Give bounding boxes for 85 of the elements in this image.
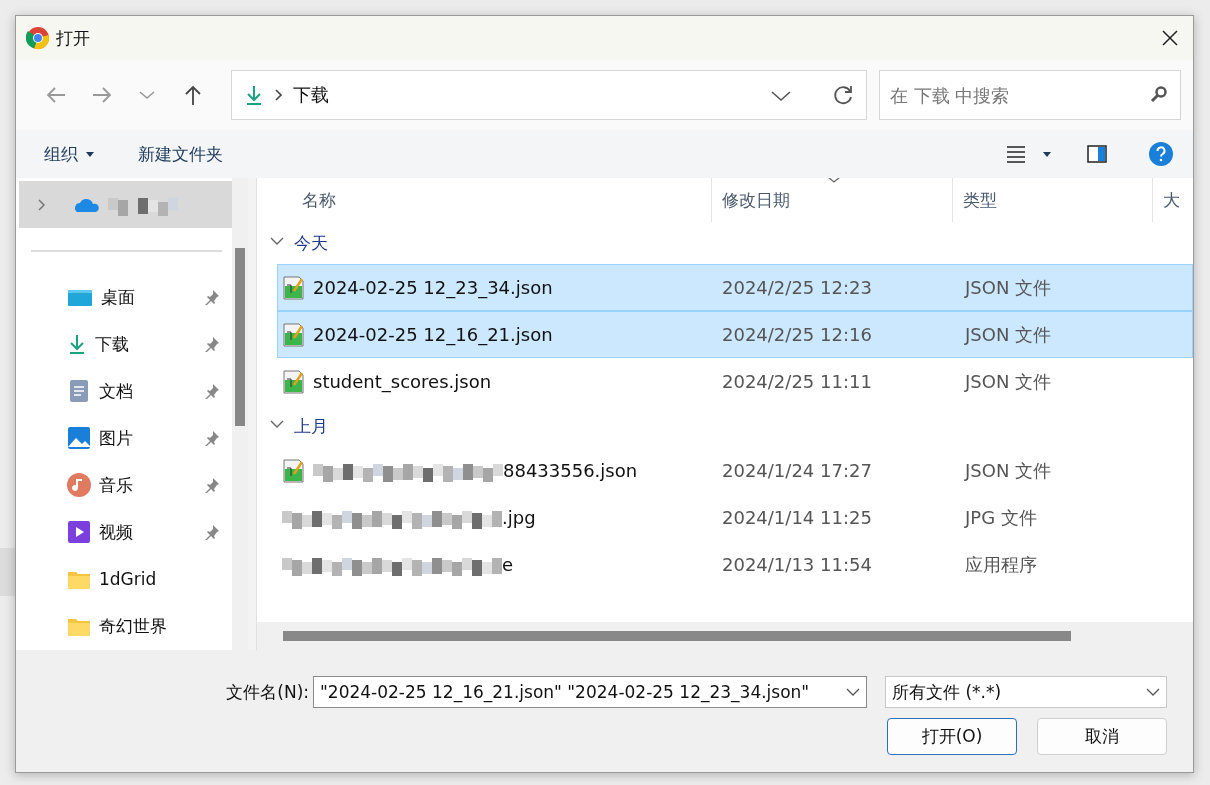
type-cell-text: JPG 文件 bbox=[963, 505, 1037, 530]
date-cell-text: 2024/1/14 11:25 bbox=[721, 507, 873, 528]
file-name: .jpg bbox=[502, 507, 536, 528]
sidebar-item[interactable]: 下载 bbox=[19, 320, 232, 368]
scrollbar-thumb[interactable] bbox=[283, 631, 1071, 641]
file-name: 2024-02-25 12_23_34.json bbox=[313, 277, 553, 298]
close-icon bbox=[1161, 29, 1179, 47]
sidebar-item[interactable]: 1dGrid bbox=[19, 555, 232, 603]
music-icon bbox=[67, 473, 91, 498]
file-name: student_scores.json bbox=[313, 371, 492, 392]
help-button[interactable] bbox=[1149, 142, 1173, 166]
file-row[interactable]: student_scores.json 2024/2/25 11:11 JSON 文件 bbox=[277, 358, 1193, 405]
pin-icon bbox=[204, 383, 220, 400]
file-name: 88433556.json bbox=[503, 460, 638, 481]
group-header[interactable]: 上月 bbox=[257, 405, 1193, 447]
type-cell-text: JSON 文件 bbox=[963, 275, 1052, 300]
expand-chevron-icon[interactable] bbox=[37, 197, 46, 212]
pin-icon bbox=[204, 336, 220, 353]
column-header[interactable]: 类型 bbox=[952, 178, 1154, 222]
file-row[interactable]: 88433556.json 2024/1/24 17:27 JSON 文件 bbox=[277, 447, 1193, 494]
sort-caret-icon bbox=[826, 178, 841, 184]
chevron-down-icon bbox=[1146, 687, 1160, 697]
list-view-icon bbox=[1007, 144, 1025, 164]
dropdown-caret-icon bbox=[86, 151, 94, 157]
sidebar-item[interactable] bbox=[19, 181, 232, 228]
column-header[interactable]: 大 bbox=[1153, 178, 1193, 222]
type-cell-text: 应用程序 bbox=[964, 552, 1037, 577]
json-file-icon bbox=[282, 458, 305, 483]
file-row[interactable]: .jpg 2024/1/14 11:25 JPG 文件 bbox=[277, 494, 1193, 541]
refresh-icon[interactable] bbox=[831, 84, 854, 106]
file-row[interactable]: 2024-02-25 12_23_34.json 2024/2/25 12:23 JSON 文件 bbox=[277, 264, 1193, 311]
preview-pane-icon bbox=[1087, 145, 1107, 163]
pin-icon bbox=[204, 477, 220, 494]
file-row[interactable]: e 2024/1/13 11:54 应用程序 bbox=[277, 541, 1193, 588]
json-file-icon bbox=[282, 369, 305, 394]
json-file-icon bbox=[282, 322, 305, 347]
sidebar-item[interactable]: 桌面 bbox=[19, 273, 232, 321]
address-bar[interactable]: 下载 bbox=[230, 70, 867, 120]
cancel-button[interactable]: 取消 bbox=[1037, 718, 1167, 755]
json-file-icon bbox=[282, 275, 305, 300]
view-menu-button[interactable] bbox=[1007, 144, 1051, 164]
file-type-dropdown[interactable]: 所有文件 (*.*) bbox=[885, 676, 1167, 708]
pin-icon bbox=[204, 430, 220, 447]
column-header[interactable]: 修改日期 bbox=[711, 178, 953, 222]
pin-icon bbox=[204, 289, 220, 306]
help-icon bbox=[1149, 142, 1173, 166]
file-name: 2024-02-25 12_16_21.json bbox=[313, 324, 553, 345]
download-icon bbox=[67, 333, 87, 356]
new-folder-button[interactable]: 新建文件夹 bbox=[138, 138, 223, 170]
filename-field[interactable]: "2024-02-25 12_16_21.json" "2024-02-25 12_23_34.json" bbox=[313, 676, 867, 708]
video-icon bbox=[67, 520, 91, 545]
date-cell-text: 2024/2/25 11:11 bbox=[721, 371, 873, 392]
preview-pane-button[interactable] bbox=[1087, 145, 1107, 163]
sidebar-item[interactable]: 图片 bbox=[19, 414, 232, 462]
type-cell-text: JSON 文件 bbox=[963, 458, 1052, 483]
background-window-edge bbox=[0, 548, 15, 596]
dropdown-caret-icon bbox=[1043, 151, 1051, 157]
group-header[interactable]: 今天 bbox=[257, 222, 1193, 264]
search-field[interactable]: 在 下载 中搜索 bbox=[878, 70, 1181, 120]
document-icon bbox=[67, 379, 91, 404]
sidebar-item[interactable]: 奇幻世界 bbox=[19, 602, 232, 650]
sidebar-item[interactable]: 音乐 bbox=[19, 461, 232, 509]
file-name: e bbox=[502, 554, 514, 575]
field-label: 文件名(N): bbox=[226, 680, 309, 704]
sidebar-item[interactable]: 视频 bbox=[19, 508, 232, 556]
date-cell-text: 2024/1/24 17:27 bbox=[721, 460, 873, 481]
browser-logo-icon bbox=[26, 26, 50, 50]
search-icon bbox=[1150, 86, 1167, 103]
column-header[interactable]: 名称 bbox=[257, 178, 712, 222]
date-cell-text: 2024/1/13 11:54 bbox=[721, 554, 873, 575]
type-cell-text: JSON 文件 bbox=[963, 369, 1052, 394]
pin-icon bbox=[204, 524, 220, 541]
open-button[interactable]: 打开(O) bbox=[887, 718, 1017, 755]
chevron-down-icon bbox=[846, 687, 860, 697]
type-cell-text: JSON 文件 bbox=[963, 322, 1052, 347]
date-cell-text: 2024/2/25 12:23 bbox=[721, 277, 873, 298]
organize-menu[interactable]: 组织 bbox=[44, 138, 94, 170]
image-icon bbox=[67, 426, 91, 451]
file-row[interactable]: 2024-02-25 12_16_21.json 2024/2/25 12:16 JSON 文件 bbox=[277, 311, 1193, 358]
chevron-right-icon bbox=[273, 88, 283, 102]
sidebar-item[interactable]: 文档 bbox=[19, 367, 232, 415]
window-title: 打开 bbox=[56, 26, 91, 50]
scrollbar-thumb[interactable] bbox=[235, 248, 245, 426]
date-cell-text: 2024/2/25 12:16 bbox=[721, 324, 873, 345]
breadcrumb[interactable]: 下载 bbox=[292, 83, 760, 107]
